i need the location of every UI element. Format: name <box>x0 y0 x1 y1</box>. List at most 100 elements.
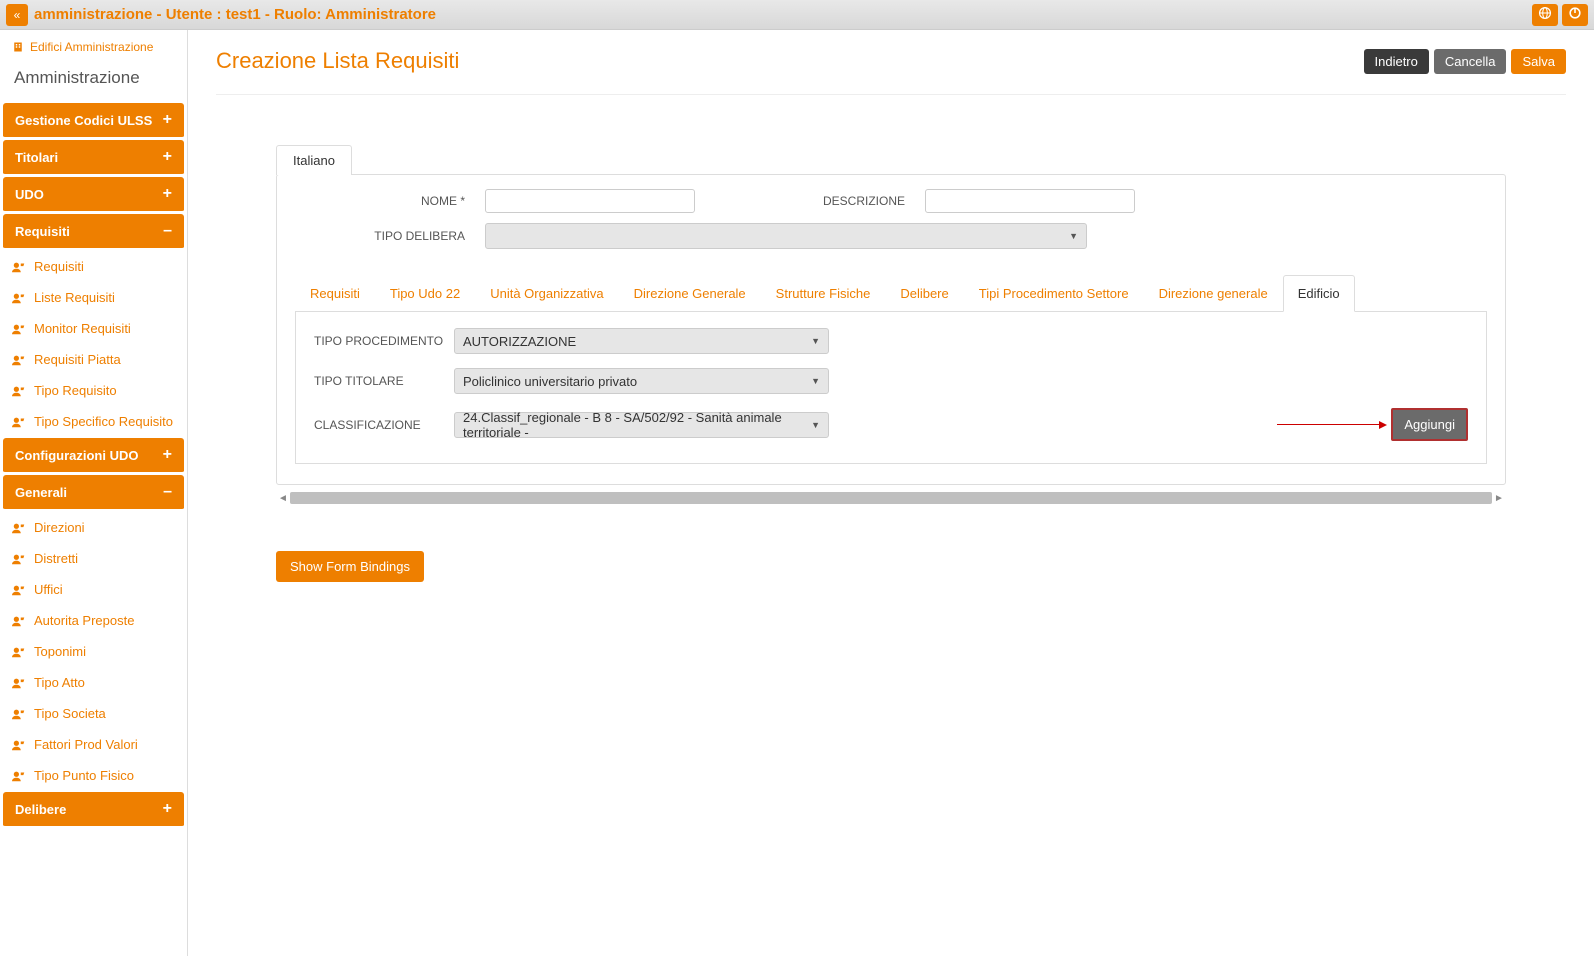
aggiungi-button[interactable]: Aggiungi <box>1391 408 1468 441</box>
tab-direzione-generale-2[interactable]: Direzione generale <box>1144 275 1283 311</box>
globe-icon <box>1538 6 1552 23</box>
nav-section-udo[interactable]: UDO + <box>3 177 184 213</box>
topbar: « amministrazione - Utente : test1 - Ruo… <box>0 0 1594 30</box>
horizontal-scrollbar[interactable]: ◄ ► <box>276 491 1506 505</box>
user-edit-icon <box>12 416 26 428</box>
nav-item-label: Autorita Preposte <box>34 613 134 628</box>
user-edit-icon <box>12 770 26 782</box>
scroll-left-icon: ◄ <box>276 493 290 504</box>
descrizione-input[interactable] <box>925 189 1135 213</box>
nav-item-label: Uffici <box>34 582 63 597</box>
logout-button[interactable] <box>1562 4 1588 26</box>
nome-input[interactable] <box>485 189 695 213</box>
inner-tabs: Requisiti Tipo Udo 22 Unità Organizzativ… <box>295 275 1487 312</box>
user-edit-icon <box>12 708 26 720</box>
topbar-title: amministrazione - Utente : test1 - Ruolo… <box>34 6 1528 23</box>
user-edit-icon <box>12 615 26 627</box>
nav-item-label: Direzioni <box>34 520 85 535</box>
page-header: Creazione Lista Requisiti Indietro Cance… <box>216 48 1566 95</box>
nav-item-label: Distretti <box>34 551 78 566</box>
page-actions: Indietro Cancella Salva <box>1364 49 1567 74</box>
nav-section-label: Generali <box>15 485 67 500</box>
user-edit-icon <box>12 354 26 366</box>
save-button[interactable]: Salva <box>1511 49 1566 74</box>
language-tab-italiano[interactable]: Italiano <box>276 145 352 175</box>
nav-section-gestione-codici[interactable]: Gestione Codici ULSS + <box>3 103 184 139</box>
nav-section-titolari[interactable]: Titolari + <box>3 140 184 176</box>
tipo-procedimento-select[interactable]: AUTORIZZAZIONE <box>454 328 829 354</box>
tipo-delibera-select[interactable] <box>485 223 1087 249</box>
main-content: Creazione Lista Requisiti Indietro Cance… <box>188 30 1594 956</box>
user-edit-icon <box>12 553 26 565</box>
sidebar-item-tipo-requisito[interactable]: Tipo Requisito <box>0 375 187 406</box>
classificazione-select[interactable]: 24.Classif_regionale - B 8 - SA/502/92 -… <box>454 412 829 438</box>
user-edit-icon <box>12 385 26 397</box>
sidebar-item-tipo-societa[interactable]: Tipo Societa <box>0 698 187 729</box>
plus-icon: + <box>163 185 172 203</box>
nav-item-label: Tipo Requisito <box>34 383 117 398</box>
breadcrumb[interactable]: Edifici Amministrazione <box>0 30 187 60</box>
nav-section-label: Gestione Codici ULSS <box>15 113 152 128</box>
nav-item-label: Requisiti Piatta <box>34 352 121 367</box>
classificazione-label: CLASSIFICAZIONE <box>314 418 454 432</box>
sidebar-collapse-button[interactable]: « <box>6 4 28 26</box>
building-icon <box>12 41 24 53</box>
tab-tipi-procedimento-settore[interactable]: Tipi Procedimento Settore <box>964 275 1144 311</box>
descrizione-label: DESCRIZIONE <box>755 194 925 208</box>
tipo-titolare-select[interactable]: Policlinico universitario privato <box>454 368 829 394</box>
cancel-button[interactable]: Cancella <box>1434 49 1507 74</box>
nav-section-requisiti[interactable]: Requisiti – <box>3 214 184 250</box>
tab-tipo-udo-22[interactable]: Tipo Udo 22 <box>375 275 475 311</box>
tab-direzione-generale[interactable]: Direzione Generale <box>619 275 761 311</box>
chevron-left-icon: « <box>14 8 21 22</box>
plus-icon: + <box>163 800 172 818</box>
power-icon <box>1568 6 1582 23</box>
nav-section-delibere[interactable]: Delibere + <box>3 792 184 828</box>
back-button[interactable]: Indietro <box>1364 49 1429 74</box>
sidebar-item-toponimi[interactable]: Toponimi <box>0 636 187 667</box>
plus-icon: + <box>163 148 172 166</box>
user-edit-icon <box>12 646 26 658</box>
plus-icon: + <box>163 446 172 464</box>
tab-strutture-fisiche[interactable]: Strutture Fisiche <box>761 275 886 311</box>
show-form-bindings-button[interactable]: Show Form Bindings <box>276 551 424 582</box>
sidebar-item-fattori-prod-valori[interactable]: Fattori Prod Valori <box>0 729 187 760</box>
tab-delibere[interactable]: Delibere <box>885 275 963 311</box>
user-edit-icon <box>12 584 26 596</box>
sidebar-item-distretti[interactable]: Distretti <box>0 543 187 574</box>
tipo-titolare-label: TIPO TITOLARE <box>314 374 454 388</box>
page-title: Creazione Lista Requisiti <box>216 48 459 74</box>
language-button[interactable] <box>1532 4 1558 26</box>
tab-edificio[interactable]: Edificio <box>1283 275 1355 312</box>
sidebar-item-monitor-requisiti[interactable]: Monitor Requisiti <box>0 313 187 344</box>
nav-item-label: Tipo Specifico Requisito <box>34 414 173 429</box>
tipo-procedimento-value: AUTORIZZAZIONE <box>463 334 576 349</box>
nav-section-generali[interactable]: Generali – <box>3 475 184 511</box>
tab-body-edificio: TIPO PROCEDIMENTO AUTORIZZAZIONE TIPO TI… <box>295 312 1487 464</box>
nav-section-label: Requisiti <box>15 224 70 239</box>
tab-unita-organizzativa[interactable]: Unità Organizzativa <box>475 275 618 311</box>
scroll-track[interactable] <box>290 492 1492 504</box>
sidebar-item-requisiti-piatta[interactable]: Requisiti Piatta <box>0 344 187 375</box>
minus-icon: – <box>163 222 172 240</box>
sidebar-item-liste-requisiti[interactable]: Liste Requisiti <box>0 282 187 313</box>
sidebar-item-direzioni[interactable]: Direzioni <box>0 512 187 543</box>
sidebar-item-uffici[interactable]: Uffici <box>0 574 187 605</box>
sidebar-item-requisiti[interactable]: Requisiti <box>0 251 187 282</box>
sidebar-item-tipo-punto-fisico[interactable]: Tipo Punto Fisico <box>0 760 187 791</box>
nav-section-label: Configurazioni UDO <box>15 448 139 463</box>
sidebar-item-tipo-specifico-requisito[interactable]: Tipo Specifico Requisito <box>0 406 187 437</box>
tipo-procedimento-label: TIPO PROCEDIMENTO <box>314 334 454 348</box>
form-panel: NOME * DESCRIZIONE TIPO DELIBERA Requisi… <box>276 174 1506 485</box>
tab-requisiti[interactable]: Requisiti <box>295 275 375 311</box>
sidebar-item-tipo-atto[interactable]: Tipo Atto <box>0 667 187 698</box>
nome-label: NOME * <box>295 194 485 208</box>
nav-item-label: Tipo Punto Fisico <box>34 768 134 783</box>
plus-icon: + <box>163 111 172 129</box>
breadcrumb-text: Edifici Amministrazione <box>30 40 153 54</box>
nav-section-configurazioni-udo[interactable]: Configurazioni UDO + <box>3 438 184 474</box>
user-edit-icon <box>12 677 26 689</box>
user-edit-icon <box>12 261 26 273</box>
nav-item-label: Tipo Atto <box>34 675 85 690</box>
sidebar-item-autorita-preposte[interactable]: Autorita Preposte <box>0 605 187 636</box>
